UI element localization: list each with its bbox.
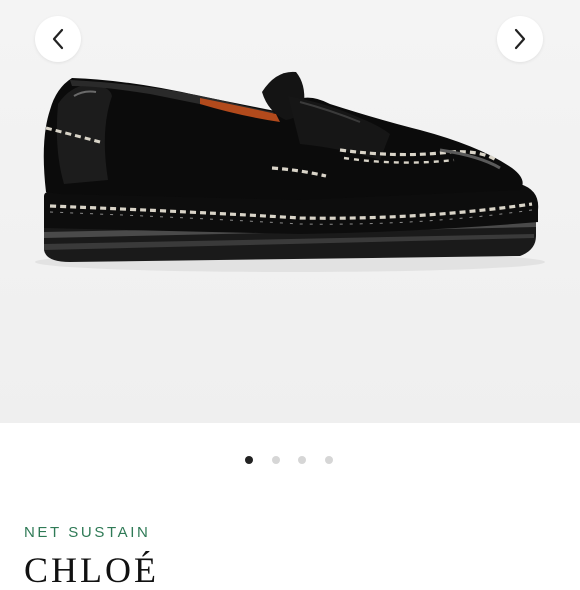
chevron-right-icon xyxy=(514,28,526,50)
net-sustain-tag[interactable]: NET SUSTAIN xyxy=(24,524,150,541)
chevron-left-icon xyxy=(52,28,64,50)
product-image-gallery[interactable] xyxy=(0,0,580,423)
product-image xyxy=(35,71,545,272)
brand-name[interactable]: CHLOÉ xyxy=(24,552,159,588)
carousel-dot-4[interactable] xyxy=(325,456,333,464)
previous-image-button[interactable] xyxy=(35,16,81,62)
carousel-dot-1[interactable] xyxy=(245,456,253,464)
next-image-button[interactable] xyxy=(497,16,543,62)
carousel-dot-3[interactable] xyxy=(298,456,306,464)
carousel-dot-2[interactable] xyxy=(272,456,280,464)
